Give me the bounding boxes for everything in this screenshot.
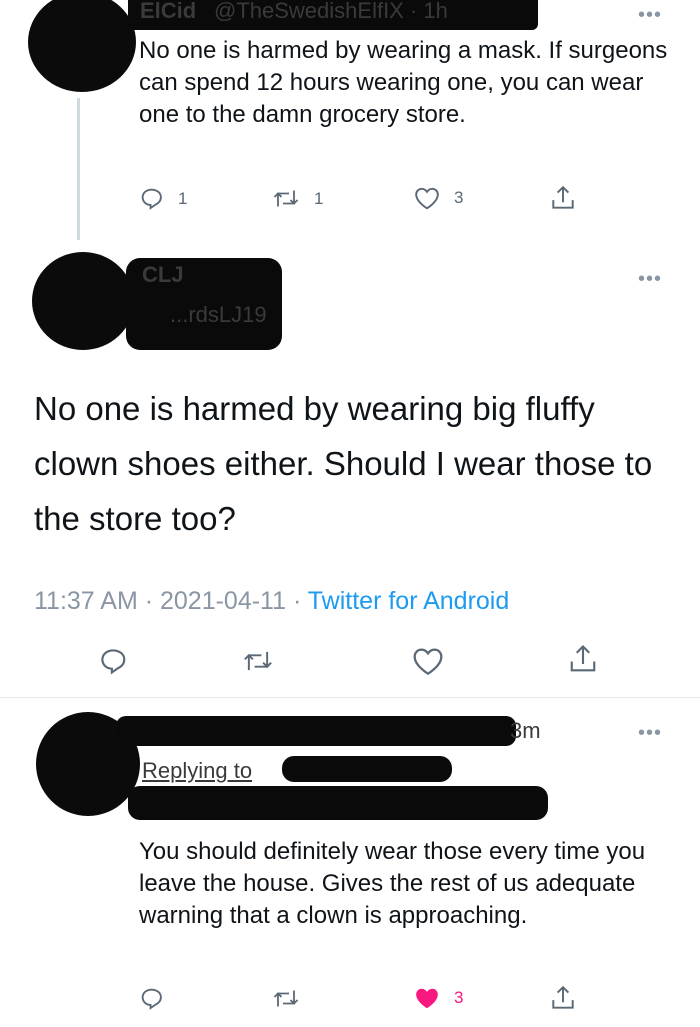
tweet1-retweet-count: 1 xyxy=(314,188,324,208)
main-tweet-more-icon[interactable]: ••• xyxy=(638,269,662,289)
share-icon xyxy=(568,642,598,676)
reply-extra-redaction xyxy=(128,786,548,820)
tweet1-like-button[interactable]: 3 xyxy=(414,186,463,210)
reply-icon xyxy=(98,646,128,676)
reply-handle-redaction xyxy=(282,756,452,782)
reply-like-count: 3 xyxy=(454,988,464,1007)
tweet1-reply-button[interactable]: 1 xyxy=(139,186,187,211)
like-icon xyxy=(414,186,440,210)
reply-icon xyxy=(139,986,164,1011)
reply-share-button[interactable] xyxy=(550,984,576,1012)
reply-reply-button[interactable] xyxy=(139,986,164,1011)
main-tweet-meta: 11:37 AM · 2021-04-11 · Twitter for Andr… xyxy=(34,587,509,616)
main-tweet-reply-button[interactable] xyxy=(98,646,128,676)
reply-replying-to: Replying to xyxy=(142,758,253,783)
tweet1-handle-time: @TheSwedishElfIX · 1h xyxy=(214,0,448,23)
main-tweet-retweet-button[interactable] xyxy=(242,646,274,676)
share-icon xyxy=(550,984,576,1012)
main-tweet-share-button[interactable] xyxy=(568,642,598,676)
tweet1-text: No one is harmed by wearing a mask. If s… xyxy=(139,37,668,128)
like-icon xyxy=(414,986,440,1010)
reply-like-button[interactable]: 3 xyxy=(414,986,463,1010)
reply-icon xyxy=(139,186,164,211)
main-tweet-like-button[interactable] xyxy=(412,646,444,676)
tweet1-more-icon[interactable]: ••• xyxy=(638,5,662,25)
like-icon xyxy=(412,646,444,676)
section-divider xyxy=(0,697,700,698)
tweet1-name[interactable]: ElCid xyxy=(140,0,196,24)
share-icon xyxy=(550,184,576,212)
main-tweet-name[interactable]: CLJ xyxy=(142,262,184,288)
reply-retweet-button[interactable] xyxy=(272,986,300,1011)
reply-time: 3m xyxy=(510,718,541,743)
main-tweet-text: No one is harmed by wearing big fluffy c… xyxy=(34,390,653,537)
reply-text: You should definitely wear those every t… xyxy=(139,838,646,929)
tweet1-avatar[interactable] xyxy=(28,0,136,92)
main-tweet-avatar[interactable] xyxy=(32,252,134,350)
tweet1-share-button[interactable] xyxy=(550,184,576,212)
thread-line xyxy=(77,98,80,240)
main-tweet-handle: ...rdsLJ19 xyxy=(170,302,267,327)
retweet-icon xyxy=(272,186,300,211)
retweet-icon xyxy=(272,986,300,1011)
reply-more-icon[interactable]: ••• xyxy=(638,723,662,743)
reply-name-redaction xyxy=(116,716,516,746)
main-tweet-timestamp: 11:37 AM · 2021-04-11 · xyxy=(34,587,308,615)
retweet-icon xyxy=(242,646,274,676)
tweet1-reply-count: 1 xyxy=(178,188,188,208)
tweet1-retweet-button[interactable]: 1 xyxy=(272,186,323,211)
main-tweet-source-link[interactable]: Twitter for Android xyxy=(308,587,509,615)
tweet1-like-count: 3 xyxy=(454,188,464,207)
